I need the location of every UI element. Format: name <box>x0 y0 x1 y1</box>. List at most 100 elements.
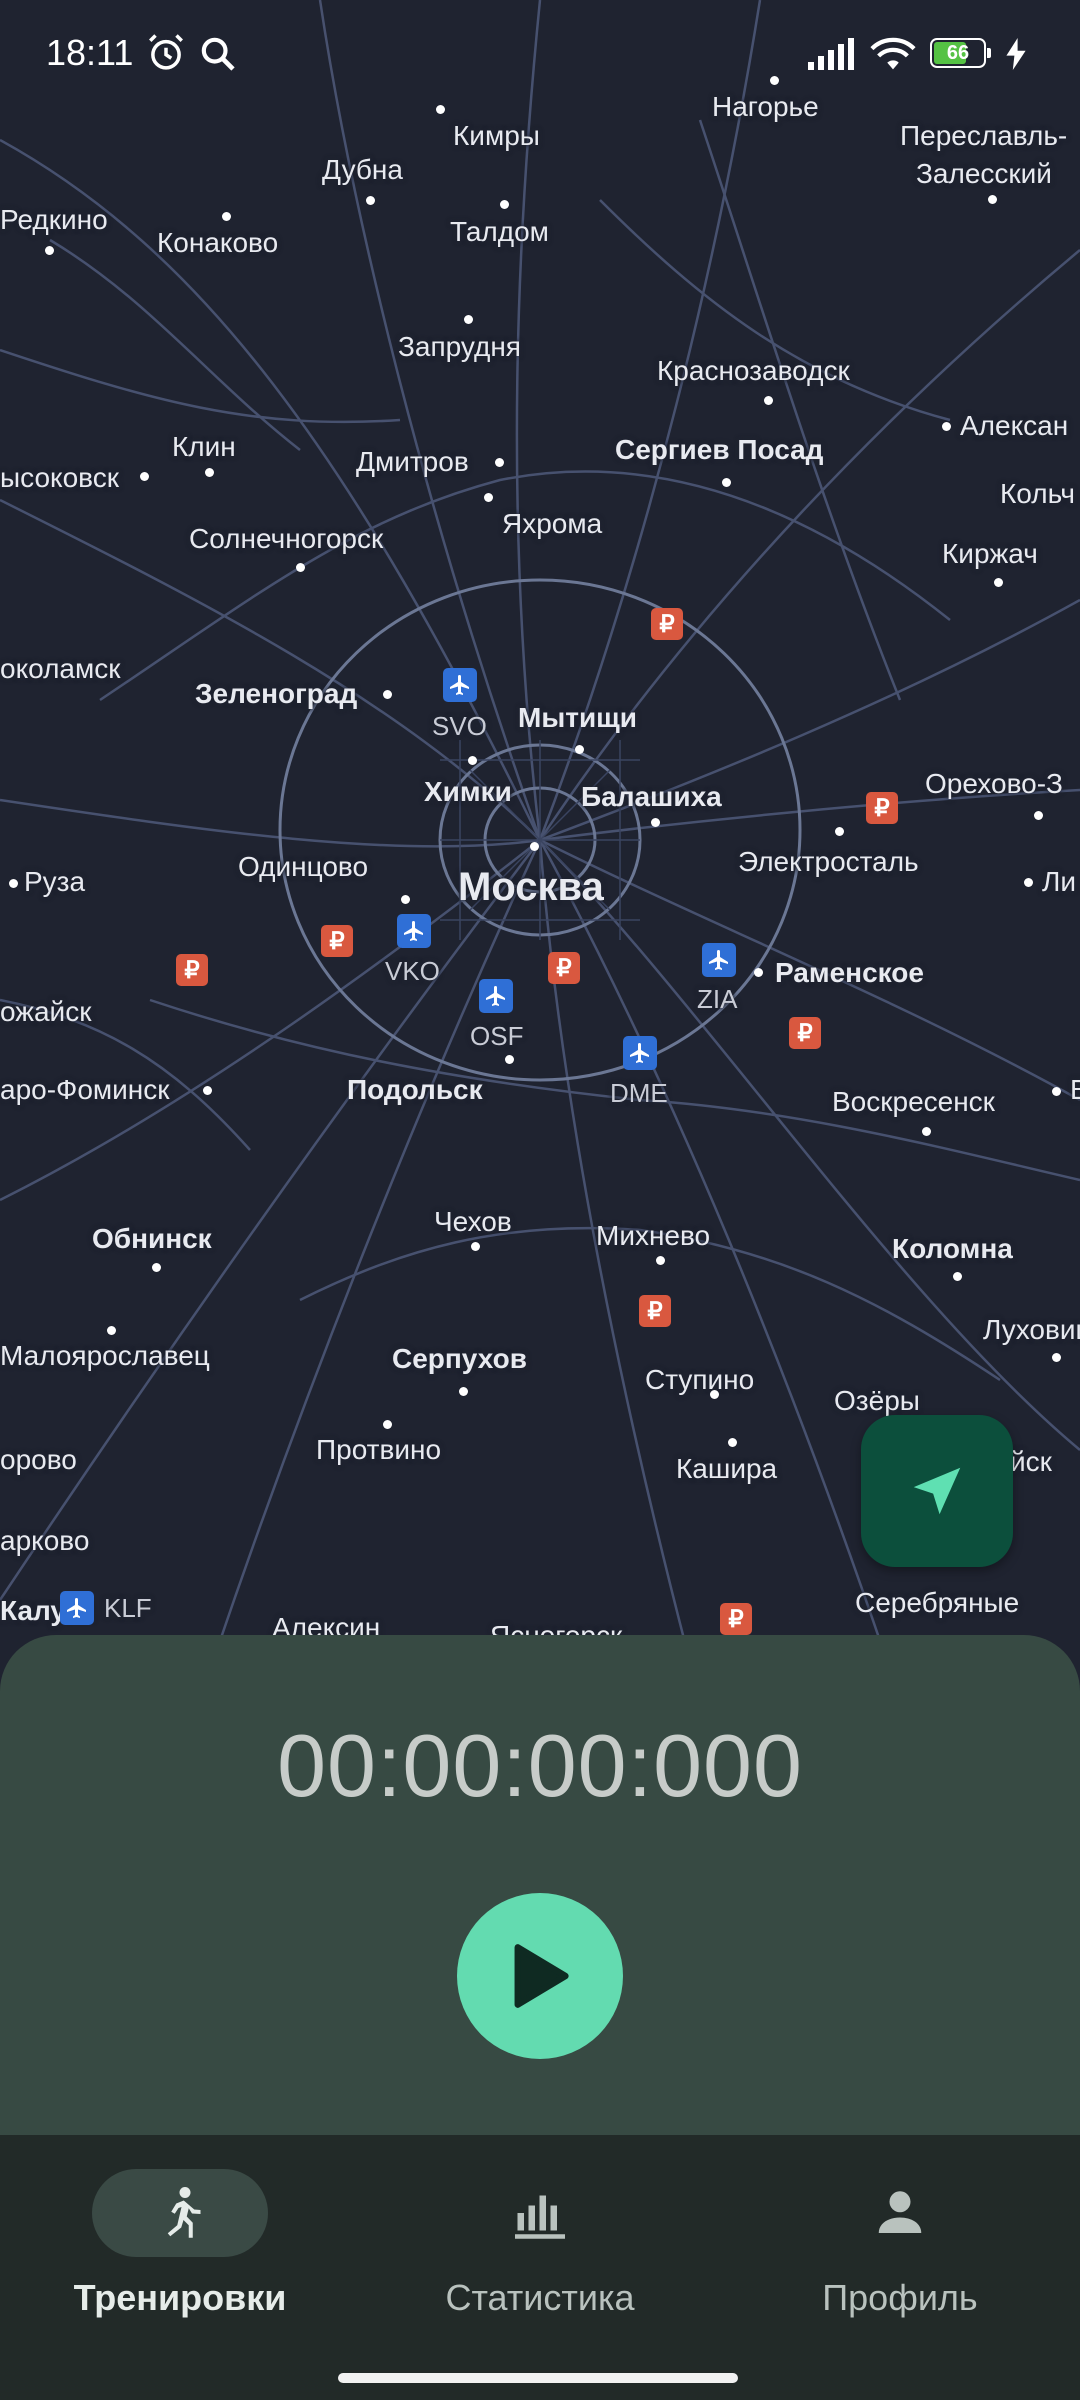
map-dot <box>495 458 504 467</box>
home-indicator[interactable] <box>338 2373 738 2383</box>
map-dot <box>722 478 731 487</box>
map-dot <box>754 968 763 977</box>
map-label-khimki: Химки <box>424 776 512 807</box>
map-dot <box>942 422 951 431</box>
person-icon <box>878 2191 922 2233</box>
airport-icon[interactable] <box>623 1036 657 1070</box>
map-label-dme: DME <box>610 1078 668 1108</box>
map-label-vko: VKO <box>385 956 440 986</box>
map-label-zelenograd: Зеленоград <box>195 678 358 709</box>
map-dot <box>1024 878 1033 887</box>
airport-icon[interactable] <box>479 979 513 1013</box>
map-label-konakovo: Конаково <box>157 227 279 258</box>
map-label-zalessky: Залесский <box>916 158 1052 189</box>
map-dot <box>366 196 375 205</box>
ruble-marker-icon[interactable]: ₽ <box>651 608 683 640</box>
map-label-klf: KLF <box>104 1593 152 1623</box>
status-bar: 18:11 66 <box>0 0 1080 110</box>
nav-item-statistics[interactable]: Статистика <box>360 2135 720 2335</box>
ruble-marker-icon[interactable]: ₽ <box>639 1295 671 1327</box>
map-label-podolsk: Подольск <box>347 1074 483 1105</box>
map-dot <box>651 818 660 827</box>
map-label-naro-fominsk: аро-Фоминск <box>0 1074 170 1105</box>
map-label-stupino: Ступино <box>645 1364 755 1395</box>
map-dot <box>710 1390 719 1399</box>
map-dot <box>152 1263 161 1272</box>
map-dot <box>500 200 509 209</box>
charging-icon <box>1006 38 1026 70</box>
map-dot <box>728 1438 737 1447</box>
map-label-obninsk: Обнинск <box>92 1223 212 1254</box>
ruble-marker-icon[interactable]: ₽ <box>866 792 898 824</box>
map-label-elektrostal: Электросталь <box>738 846 919 877</box>
map-dot <box>505 1055 514 1064</box>
map-dot <box>401 895 410 904</box>
map-dot <box>1052 1087 1061 1096</box>
map-label-mikhnevo: Михнево <box>596 1220 711 1251</box>
map-label-solnechnogorsk: Солнечногорск <box>189 523 384 554</box>
map-label-aleksandrov: Алексан <box>960 410 1069 441</box>
map-label-vysokovsk: ысоковск <box>0 462 119 493</box>
start-workout-button[interactable] <box>457 1893 623 2059</box>
nav-item-workouts[interactable]: Тренировки <box>0 2135 360 2335</box>
navigation-arrow-icon <box>913 1467 961 1515</box>
map-dot <box>107 1326 116 1335</box>
map-label-kolchugino: Кольч <box>1000 478 1075 509</box>
map-dot <box>994 578 1003 587</box>
play-icon <box>514 1944 569 2008</box>
ruble-marker-icon[interactable]: ₽ <box>548 952 580 984</box>
nav-item-profile[interactable]: Профиль <box>720 2135 1080 2335</box>
map-label-mytishchi: Мытищи <box>518 702 637 733</box>
running-icon <box>167 2187 201 2238</box>
map-label-kimry: Кимры <box>453 120 540 151</box>
map-label-osf: OSF <box>470 1021 524 1051</box>
map-dot <box>383 1420 392 1429</box>
airport-icon[interactable] <box>397 914 431 948</box>
map-label-ramenskoe: Раменское <box>775 957 924 988</box>
battery-percent: 66 <box>946 42 970 64</box>
map-label-zia: ZIA <box>697 984 738 1014</box>
map-label-dmitrov: Дмитров <box>356 446 469 477</box>
battery-icon: 66 <box>930 38 991 68</box>
map-label-pereslavl: Переславль- <box>900 120 1068 151</box>
map-label-serpukhov: Серпухов <box>392 1343 527 1374</box>
map-dot <box>656 1256 665 1265</box>
map-label-kirzhach: Киржач <box>942 538 1038 569</box>
ruble-marker-icon[interactable]: ₽ <box>321 925 353 957</box>
airport-icon[interactable] <box>702 943 736 977</box>
ruble-marker-icon[interactable]: ₽ <box>720 1603 752 1635</box>
map-dot <box>953 1272 962 1281</box>
my-location-button[interactable] <box>861 1415 1013 1567</box>
map-dot <box>922 1127 931 1136</box>
map-dot <box>222 212 231 221</box>
map-label-balashikha: Балашиха <box>581 781 722 812</box>
map-label-li: Ли <box>1042 866 1077 897</box>
map-dot <box>484 493 493 502</box>
search-icon <box>201 37 235 71</box>
map-label-zaraysk: йск <box>1010 1446 1052 1477</box>
map-label-serebryanye: Серебряные <box>855 1587 1020 1618</box>
map-dot <box>1052 1353 1061 1362</box>
airport-icon[interactable] <box>443 668 477 702</box>
bottom-navigation: Тренировки Статистика Профиль <box>0 2135 1080 2400</box>
stopwatch-display: 00:00:00:000 <box>277 1716 803 1815</box>
map-dot <box>203 1086 212 1095</box>
map-label-ruza: Руза <box>24 866 86 897</box>
ruble-marker-icon[interactable]: ₽ <box>789 1017 821 1049</box>
map-dot <box>140 472 149 481</box>
map-dot <box>530 842 539 851</box>
airport-icon[interactable] <box>60 1591 94 1625</box>
map-dot <box>9 879 18 888</box>
map-label-maloyaroslavets: Малоярославец <box>0 1340 210 1371</box>
map-label-redkino: Редкино <box>0 204 108 235</box>
wifi-icon <box>870 37 916 70</box>
map-dot <box>835 827 844 836</box>
map-label-borovsk: орово <box>0 1444 77 1475</box>
map-label-klin: Клин <box>172 431 236 462</box>
map-label-v: В <box>1070 1074 1080 1105</box>
ruble-marker-icon[interactable]: ₽ <box>176 954 208 986</box>
map-label-taldom: Талдом <box>450 216 549 247</box>
map-label-volokolamsk: околамск <box>0 653 121 684</box>
map-label-kashira: Кашира <box>676 1453 778 1484</box>
map-dot <box>1034 811 1043 820</box>
